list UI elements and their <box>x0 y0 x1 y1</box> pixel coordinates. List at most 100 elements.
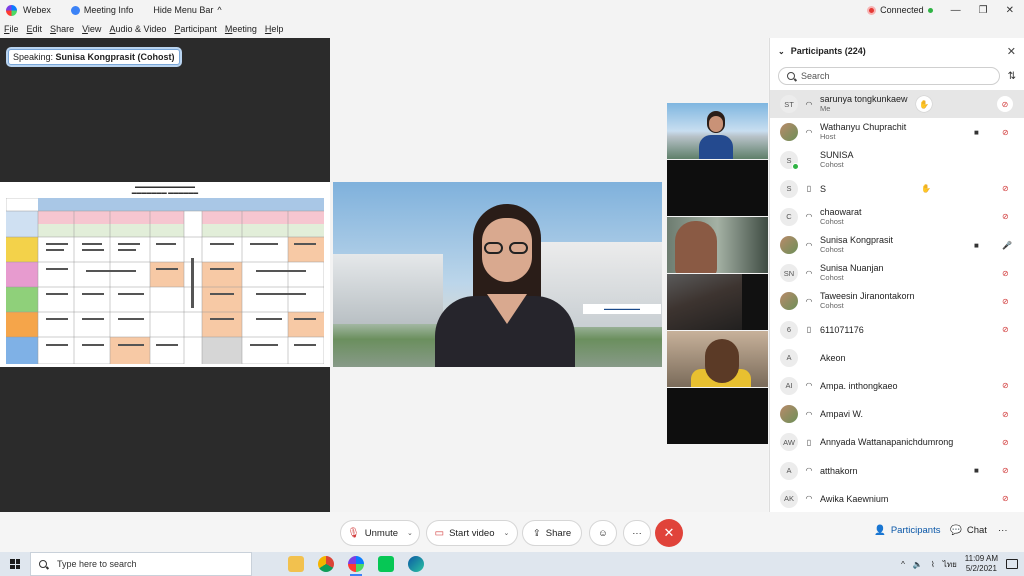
participant-name-block: SUNISA Cohost <box>820 150 854 170</box>
minimize-icon[interactable]: — <box>951 5 961 16</box>
avatar: AI <box>780 376 798 395</box>
meeting-info-button[interactable]: Meeting Info <box>70 5 133 15</box>
connection-status: Connected <box>867 5 933 15</box>
video-thumbnail[interactable] <box>667 331 768 387</box>
participants-title: Participants (224) <box>790 46 866 56</box>
start-video-button[interactable]: ▭ Start video ⌄ <box>426 520 518 546</box>
mic-muted-icon: ⊘ <box>1002 381 1009 391</box>
chevron-down-icon[interactable]: ⌄ <box>407 529 413 537</box>
system-tray: ^ 🔈 ⌇ ไทย 11:09 AM 5/2/2021 <box>901 554 1024 574</box>
participant-row[interactable]: ◠ Sunisa Kongprasit Cohost ■ 🎤 <box>770 231 1024 259</box>
participants-panel-header: ⌄ Participants (224) ✕ <box>770 38 1024 64</box>
taskbar-search-input[interactable]: Type here to search <box>30 552 252 576</box>
menu-file[interactable]: File <box>4 24 19 34</box>
close-icon: ✕ <box>663 525 675 540</box>
participant-name: chaowarat <box>820 206 862 217</box>
participant-name-block: Awika Kaewnium <box>820 494 888 504</box>
participant-role: Cohost <box>820 216 844 226</box>
avatar: A <box>780 461 798 480</box>
notifications-icon[interactable] <box>1006 559 1018 569</box>
chat-toggle-button[interactable]: 💬 Chat <box>950 525 987 536</box>
close-window-icon[interactable]: ✕ <box>1006 5 1014 16</box>
leave-meeting-button[interactable]: ✕ <box>655 519 683 547</box>
share-button[interactable]: ⇪ Share <box>522 520 582 546</box>
video-thumbnail[interactable] <box>667 388 768 444</box>
video-thumbnail[interactable] <box>667 103 768 159</box>
avatar: S <box>780 179 798 198</box>
participant-row[interactable]: S ▯ S ✋ ⊘ <box>770 175 1024 203</box>
participant-row[interactable]: ◠ Taweesin Jiranontakorn Cohost ⊘ <box>770 287 1024 315</box>
meeting-stage: Speaking: Sunisa Kongprasit (Cohost) ▬▬▬… <box>0 38 768 512</box>
tray-chevron-up-icon[interactable]: ^ <box>901 560 905 569</box>
video-thumbnail[interactable] <box>667 274 768 330</box>
participant-row[interactable]: ◠ Wathanyu Chuprachit Host ■ ⊘ <box>770 118 1024 146</box>
menu-meeting[interactable]: Meeting <box>225 24 257 34</box>
mic-muted-icon: ⊘ <box>1002 409 1009 419</box>
reactions-button[interactable]: ☺ <box>589 520 617 546</box>
participant-row[interactable]: AI ◠ Ampa. inthongkaeo ⊘ <box>770 372 1024 400</box>
share-label: Share <box>545 527 572 539</box>
participant-search-input[interactable]: Search <box>778 67 1000 85</box>
hide-menu-bar-button[interactable]: Hide Menu Bar ^ <box>153 5 221 15</box>
mic-muted-icon[interactable]: ⊘ <box>997 96 1013 113</box>
avatar: AK <box>780 489 798 508</box>
restore-icon[interactable]: ❐ <box>979 5 988 16</box>
menu-participant[interactable]: Participant <box>174 24 217 34</box>
speaker-icon[interactable]: 🔈 <box>913 560 923 569</box>
headset-icon: ◠ <box>805 212 813 222</box>
participant-row[interactable]: S SUNISA Cohost <box>770 146 1024 174</box>
avatar <box>780 123 798 142</box>
participant-role: Host <box>820 132 836 142</box>
smiley-icon: ☺ <box>598 527 608 539</box>
menu-audio-video[interactable]: Audio & Video <box>109 24 166 34</box>
participant-row[interactable]: A Akeon <box>770 344 1024 372</box>
menu-help[interactable]: Help <box>265 24 284 34</box>
headset-icon: ◠ <box>805 127 813 137</box>
video-camera-icon: ■ <box>974 127 979 137</box>
avatar: 6 <box>780 320 798 339</box>
participants-toggle-button[interactable]: 👤 Participants <box>874 525 940 536</box>
participant-row[interactable]: AK ◠ Awika Kaewnium ⊘ <box>770 485 1024 512</box>
input-language[interactable]: ไทย <box>943 558 957 571</box>
raised-hand-icon[interactable]: ✋ <box>916 96 932 113</box>
more-options-button[interactable]: ··· <box>623 520 651 546</box>
participant-row[interactable]: AW ▯ Annyada Wattanapanichdumrong ⊘ <box>770 428 1024 456</box>
taskbar-clock[interactable]: 11:09 AM 5/2/2021 <box>965 554 998 574</box>
participant-row[interactable]: 6 ▯ 611071176 ⊘ <box>770 316 1024 344</box>
menu-share[interactable]: Share <box>50 24 74 34</box>
participant-row[interactable]: C ◠ chaowarat Cohost ⊘ <box>770 203 1024 231</box>
chevron-down-icon[interactable]: ⌄ <box>504 529 510 537</box>
participant-name-block: atthakorn <box>820 466 858 476</box>
participants-toggle-label: Participants <box>890 525 941 536</box>
mic-muted-icon: ⊘ <box>1002 325 1009 335</box>
chevron-down-icon[interactable]: ⌄ <box>778 47 785 56</box>
panel-more-button[interactable]: ··· <box>998 525 1008 536</box>
sort-list-icon[interactable]: ⇅ <box>1008 71 1016 82</box>
file-explorer-icon[interactable] <box>288 556 304 572</box>
participant-name: Taweesin Jiranontakorn <box>820 291 915 302</box>
network-icon[interactable]: ⌇ <box>931 560 935 569</box>
close-panel-icon[interactable]: ✕ <box>1007 45 1016 58</box>
avatar <box>780 236 798 255</box>
start-video-label: Start video <box>449 527 495 539</box>
share-icon: ⇪ <box>532 527 541 539</box>
chat-toggle-label: Chat <box>966 525 987 536</box>
unmute-button[interactable]: 🎙 Unmute ⌄ <box>340 520 420 546</box>
participant-row[interactable]: A ◠ atthakorn ■ ⊘ <box>770 456 1024 484</box>
line-icon[interactable] <box>378 556 394 572</box>
video-thumbnail[interactable] <box>667 160 768 216</box>
participant-name-block: Annyada Wattanapanichdumrong <box>820 437 953 447</box>
participant-row[interactable]: SN ◠ Sunisa Nuanjan Cohost ⊘ <box>770 259 1024 287</box>
chrome-icon[interactable] <box>318 556 334 572</box>
active-speaker-video[interactable]: ▬▬▬▬▬▬▬▬▬ <box>333 182 662 367</box>
webex-taskbar-icon[interactable] <box>348 556 364 576</box>
edge-icon[interactable] <box>408 556 424 572</box>
participant-row[interactable]: ◠ Ampavi W. ⊘ <box>770 400 1024 428</box>
menu-edit[interactable]: Edit <box>27 24 43 34</box>
participant-row[interactable]: ST ◠ sarunya tongkunkaew Me ✋ ⊘ <box>770 90 1024 119</box>
participant-name-block: Ampavi W. <box>820 409 863 419</box>
menu-view[interactable]: View <box>82 24 101 34</box>
video-thumbnail[interactable] <box>667 217 768 273</box>
connection-status-label: Connected <box>880 5 924 15</box>
start-button[interactable] <box>0 552 30 576</box>
